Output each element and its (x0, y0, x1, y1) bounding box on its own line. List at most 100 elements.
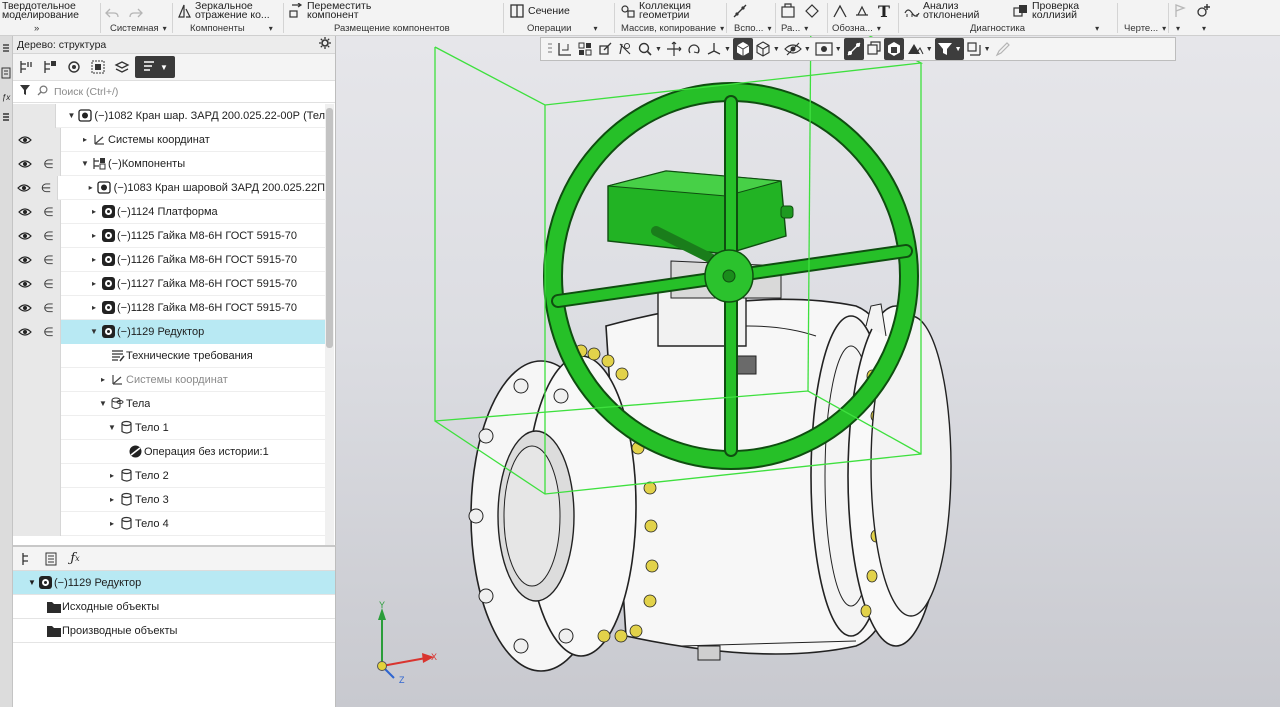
expand-toggle-icon[interactable]: ▸ (107, 519, 117, 528)
expand-toggle-icon[interactable]: ▼ (66, 111, 76, 120)
add-tool-button[interactable] (1196, 0, 1212, 22)
tree-row-body[interactable]: ▸ (−)1128 Гайка М8-6Н ГОСТ 5915-70 (61, 296, 325, 320)
visibility-eye-icon[interactable] (13, 199, 37, 224)
components-grid-icon[interactable] (575, 38, 595, 60)
handwheel-highlighted[interactable] (543, 82, 919, 470)
expand-toggle-icon[interactable]: ▸ (89, 303, 99, 312)
expand-toggle-icon[interactable]: ▸ (89, 231, 99, 240)
visibility-eye-icon[interactable] (13, 151, 37, 176)
include-in-calc-icon[interactable]: ∈ (35, 175, 58, 200)
visibility-cell[interactable] (13, 367, 37, 392)
hide-show-icon[interactable]: ▼ (782, 38, 813, 60)
orient-icon[interactable] (555, 38, 575, 60)
search-input[interactable]: Поиск (Ctrl+/) (54, 86, 118, 98)
include-in-calc-icon[interactable]: ∈ (37, 199, 61, 224)
properties-row[interactable]: Исходные объекты (13, 595, 335, 619)
include-cell[interactable] (37, 415, 61, 440)
edit-part-icon[interactable] (595, 38, 615, 60)
list-icon[interactable] (0, 110, 12, 126)
expand-toggle-icon[interactable]: ▸ (98, 375, 108, 384)
filter-funnel-icon[interactable] (19, 84, 31, 99)
expand-toggle-icon[interactable]: ▼ (107, 423, 117, 432)
properties-row[interactable]: ▼ (−)1129 Редуктор (13, 571, 335, 595)
section-button[interactable]: Сечение (509, 0, 570, 22)
include-in-calc-icon[interactable]: ∈ (37, 223, 61, 248)
filter-icon[interactable]: ▼ (934, 38, 964, 60)
layers-icon[interactable] (111, 56, 133, 78)
tree-row[interactable]: Технические требования (13, 343, 325, 368)
include-cell[interactable] (37, 127, 61, 152)
pan-icon[interactable] (664, 38, 684, 60)
layout-button-1[interactable] (780, 0, 796, 22)
ribbon-collapse[interactable]: » (34, 22, 39, 35)
visibility-cell[interactable] (13, 415, 37, 440)
view-toolbar-grip[interactable] (545, 38, 555, 60)
perspective-icon[interactable] (864, 38, 884, 60)
tree-row[interactable]: ▸ Тело 2 (13, 463, 325, 488)
include-cell[interactable] (37, 511, 61, 536)
expand-toggle-icon[interactable]: ▸ (80, 135, 90, 144)
valve-model[interactable]: Y X Z (336, 36, 1280, 707)
tab-tree-icon[interactable] (16, 548, 38, 570)
tab-list-icon[interactable] (40, 548, 62, 570)
tree-row-body[interactable]: ▸ Системы координат (61, 368, 325, 392)
include-cell[interactable] (37, 367, 61, 392)
tree-row-body[interactable]: ▼ (−)1129 Редуктор (61, 319, 325, 344)
move-component-button[interactable]: Переместить компонент (288, 0, 371, 22)
include-in-calc-icon[interactable]: ∈ (37, 151, 61, 176)
visibility-eye-icon[interactable] (13, 295, 37, 320)
tree-hierarchy-icon[interactable] (39, 56, 61, 78)
grip-icon[interactable] (0, 42, 12, 56)
wireframe-cube-icon[interactable]: ▼ (753, 38, 782, 60)
auxiliary-button[interactable] (732, 0, 748, 22)
tree-row-body[interactable]: ▼ (−)Компоненты (61, 152, 325, 176)
designation-button-1[interactable] (832, 0, 848, 22)
tab-function-icon[interactable]: ƒx (64, 548, 86, 570)
tree-row-body[interactable]: ▸ (−)1127 Гайка М8-6Н ГОСТ 5915-70 (61, 272, 325, 296)
visibility-eye-icon[interactable] (13, 247, 37, 272)
include-in-calc-icon[interactable]: ∈ (37, 271, 61, 296)
tree-row-body[interactable]: ▸ Тело 3 (61, 488, 325, 512)
tree-row[interactable]: Операция без истории:1 (13, 439, 325, 464)
expand-toggle-icon[interactable]: ▼ (27, 578, 37, 587)
collision-check-button[interactable]: Проверка коллизий (1013, 0, 1079, 22)
tree-row-body[interactable]: ▸ Тело 2 (61, 464, 325, 488)
visibility-eye-icon[interactable] (13, 271, 37, 296)
visibility-eye-icon[interactable] (13, 223, 37, 248)
tree-row[interactable]: ∈ ▸ (−)1125 Гайка М8-6Н ГОСТ 5915-70 (13, 223, 325, 248)
expand-toggle-icon[interactable]: ▸ (89, 207, 99, 216)
tree-row-body[interactable]: Технические требования (61, 344, 325, 368)
tree-mode-icon[interactable] (0, 64, 12, 82)
pencil-icon[interactable] (993, 38, 1013, 60)
tree-row-body[interactable]: ▼ (−)1082 Кран шар. ЗАРД 200.025.22-00Р (… (56, 104, 325, 128)
tree-row-body[interactable]: ▸ (−)1124 Платформа (61, 200, 325, 224)
tree-row-body[interactable]: ▸ Тело 4 (61, 512, 325, 536)
tree-row[interactable]: ∈ ▸ (−)1126 Гайка М8-6Н ГОСТ 5915-70 (13, 247, 325, 272)
visibility-cell[interactable] (13, 103, 35, 128)
include-cell[interactable] (37, 343, 61, 368)
tree-row[interactable]: ∈ ▸ (−)1128 Гайка М8-6Н ГОСТ 5915-70 (13, 295, 325, 320)
tree-row[interactable]: ▸ Тело 4 (13, 511, 325, 536)
include-in-calc-icon[interactable]: ∈ (37, 295, 61, 320)
deviation-analysis-button[interactable]: Анализ отклонений (904, 0, 979, 22)
tree-row[interactable]: ∈ ▼ (−)1129 Редуктор (13, 319, 325, 344)
tree-row[interactable]: ▸ Системы координат (13, 127, 325, 152)
undo-button[interactable] (104, 2, 120, 24)
visibility-cell[interactable] (13, 463, 37, 488)
expand-toggle-icon[interactable]: ▸ (107, 495, 117, 504)
visibility-cell[interactable] (13, 487, 37, 512)
3d-viewport[interactable]: Y X Z (336, 36, 1280, 707)
display-mode-icon[interactable]: ▼ (813, 38, 844, 60)
section-view-icon[interactable] (843, 38, 864, 60)
function-icon[interactable]: ƒx (0, 88, 12, 106)
tree-row[interactable]: ∈ ▸ (−)1124 Платформа (13, 199, 325, 224)
include-cell[interactable] (34, 103, 57, 128)
tree-row-body[interactable]: ▼ Тело 1 (61, 416, 325, 440)
lighting-icon[interactable] (883, 38, 904, 60)
tree-scrollbar[interactable] (325, 104, 334, 545)
tree-row-body[interactable]: ▸ Системы координат (61, 128, 325, 152)
visibility-eye-icon[interactable] (13, 319, 37, 344)
expand-toggle-icon[interactable]: ▼ (98, 399, 108, 408)
properties-row[interactable]: Производные объекты (13, 619, 335, 643)
text-button[interactable]: T (876, 0, 892, 22)
